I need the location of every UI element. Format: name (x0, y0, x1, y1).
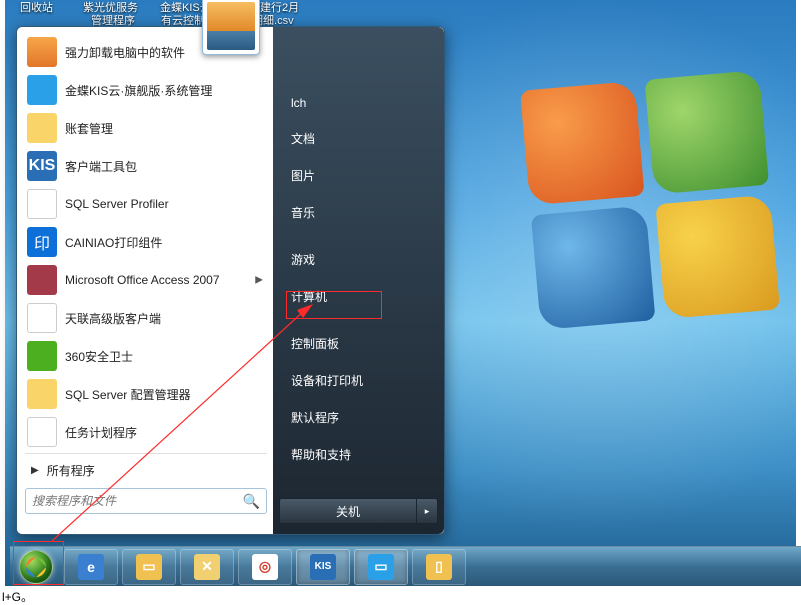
taskbar-chrome-icon: ◎ (252, 554, 278, 580)
program-task-sched-label: 任务计划程序 (65, 424, 137, 441)
triangle-right-icon: ▶ (31, 465, 39, 476)
program-account-mgmt[interactable]: 账套管理 (21, 109, 271, 147)
search-box[interactable]: 🔍 (25, 488, 267, 514)
program-cainiao-label: CAINIAO打印组件 (65, 234, 162, 251)
program-sql-profiler-icon: ▤ (27, 189, 57, 219)
taskbar-tools-icon: ✕ (194, 554, 220, 580)
footer-text: l+G。 (2, 588, 33, 605)
taskbar-kis-icon: KIS (310, 554, 336, 580)
program-kis-cloud-label: 金蝶KIS云·旗舰版·系统管理 (65, 82, 212, 99)
program-360[interactable]: 360安全卫士 (21, 337, 271, 375)
all-programs-label: 所有程序 (47, 462, 95, 479)
right-user[interactable]: lch (279, 87, 438, 119)
program-client-tools-label: 客户端工具包 (65, 158, 137, 175)
taskbar: e ▭ ✕ ◎ KIS ▭ ▯ (10, 546, 801, 586)
right-control-panel[interactable]: 控制面板 (279, 326, 438, 361)
program-tianlian[interactable]: 天联高级版客户端 (21, 299, 271, 337)
program-kis-cloud[interactable]: 金蝶KIS云·旗舰版·系统管理 (21, 71, 271, 109)
program-task-sched[interactable]: ◷ 任务计划程序 (21, 413, 271, 451)
program-access[interactable]: Microsoft Office Access 2007 ▶ (21, 261, 271, 299)
taskbar-ie[interactable]: e (64, 549, 118, 585)
right-pictures[interactable]: 图片 (279, 158, 438, 193)
right-games[interactable]: 游戏 (279, 242, 438, 277)
right-documents[interactable]: 文档 (279, 121, 438, 156)
start-button[interactable] (10, 547, 62, 587)
taskbar-sql[interactable]: ▯ (412, 549, 466, 585)
taskbar-explorer[interactable]: ▭ (122, 549, 176, 585)
program-account-mgmt-icon (27, 113, 57, 143)
right-defaults[interactable]: 默认程序 (279, 400, 438, 435)
program-task-sched-icon: ◷ (27, 417, 57, 447)
right-devices[interactable]: 设备和打印机 (279, 363, 438, 398)
all-programs[interactable]: ▶ 所有程序 (21, 456, 271, 484)
program-account-mgmt-label: 账套管理 (65, 120, 113, 137)
divider (25, 453, 267, 454)
start-menu-right-pane: lch 文档 图片 音乐 游戏 计算机 控制面板 设备和打印机 默认程序 帮助和… (273, 27, 444, 534)
program-tianlian-icon (27, 303, 57, 333)
program-access-label: Microsoft Office Access 2007 (65, 273, 220, 287)
program-client-tools-icon: KIS (27, 151, 57, 181)
program-sql-config-label: SQL Server 配置管理器 (65, 386, 191, 403)
program-uninstall-icon (27, 37, 57, 67)
program-sql-profiler-label: SQL Server Profiler (65, 197, 169, 211)
shutdown-menu-arrow[interactable]: ▸ (417, 499, 437, 523)
taskbar-kis[interactable]: KIS (296, 549, 350, 585)
taskbar-kis-cloud-icon: ▭ (368, 554, 394, 580)
program-uninstall[interactable]: 强力卸载电脑中的软件 (21, 33, 271, 71)
search-input[interactable] (32, 494, 243, 508)
program-360-label: 360安全卫士 (65, 348, 133, 365)
taskbar-kis-cloud[interactable]: ▭ (354, 549, 408, 585)
program-sql-config-icon (27, 379, 57, 409)
program-client-tools[interactable]: KIS 客户端工具包 (21, 147, 271, 185)
desktop: 回收站 紫光优服务 金蝶KIS云·私 安速建行2月 管理程序 有云控制台 1-2… (5, 0, 796, 586)
right-music[interactable]: 音乐 (279, 195, 438, 230)
program-sql-profiler[interactable]: ▤ SQL Server Profiler (21, 185, 271, 223)
program-kis-cloud-icon (27, 75, 57, 105)
program-sql-config[interactable]: SQL Server 配置管理器 (21, 375, 271, 413)
start-menu: 强力卸载电脑中的软件金蝶KIS云·旗舰版·系统管理账套管理 KIS 客户端工具包 ▤ S… (16, 26, 445, 535)
program-cainiao-icon: 印 (27, 227, 57, 257)
program-tianlian-label: 天联高级版客户端 (65, 310, 161, 327)
shutdown-button[interactable]: 关机 ▸ (279, 498, 438, 524)
program-access-icon (27, 265, 57, 295)
taskbar-chrome[interactable]: ◎ (238, 549, 292, 585)
program-cainiao[interactable]: 印 CAINIAO打印组件 (21, 223, 271, 261)
desktop-icon-recycle[interactable]: 回收站 (20, 0, 53, 15)
start-menu-left-pane: 强力卸载电脑中的软件金蝶KIS云·旗舰版·系统管理账套管理 KIS 客户端工具包 ▤ S… (17, 27, 273, 534)
windows-orb-icon (19, 550, 53, 584)
shutdown-label[interactable]: 关机 (280, 499, 417, 523)
right-computer[interactable]: 计算机 (279, 279, 438, 314)
windows-logo (520, 70, 780, 330)
taskbar-sql-icon: ▯ (426, 554, 452, 580)
program-360-icon (27, 341, 57, 371)
submenu-arrow-icon: ▶ (255, 275, 263, 286)
taskbar-explorer-icon: ▭ (136, 554, 162, 580)
right-help[interactable]: 帮助和支持 (279, 437, 438, 472)
program-uninstall-label: 强力卸载电脑中的软件 (65, 44, 185, 61)
search-icon: 🔍 (243, 493, 260, 510)
taskbar-tools[interactable]: ✕ (180, 549, 234, 585)
taskbar-ie-icon: e (78, 554, 104, 580)
